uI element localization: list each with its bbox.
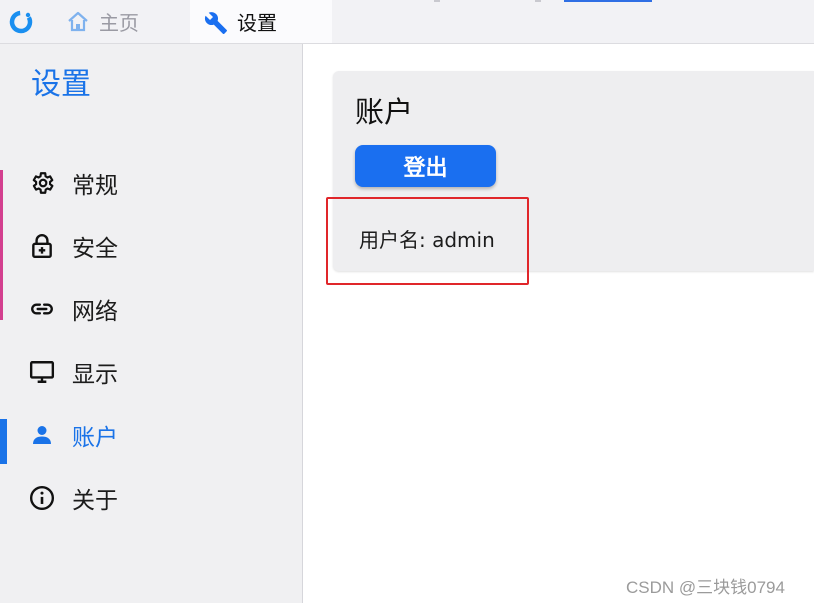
sidebar-item-label: 关于: [72, 488, 118, 514]
sidebar-item-network[interactable]: 网络: [0, 281, 302, 337]
sidebar-item-account[interactable]: 账户: [0, 407, 302, 464]
sidebar-item-label: 显示: [72, 362, 118, 388]
link-icon: [29, 296, 55, 322]
sidebar-title: 设置: [31, 67, 91, 102]
gear-icon: [29, 170, 55, 196]
sidebar-item-label: 安全: [72, 236, 118, 262]
tab-home[interactable]: 主页: [50, 0, 190, 43]
watermark: CSDN @三块钱0794: [626, 578, 785, 597]
tab-home-label: 主页: [99, 11, 139, 35]
divider: [564, 0, 652, 2]
sidebar-item-general[interactable]: 常规: [0, 155, 302, 211]
active-indicator: [0, 419, 7, 464]
divider: [535, 0, 541, 2]
monitor-icon: [29, 359, 55, 385]
app-logo-icon: [8, 9, 34, 35]
sidebar: 设置 常规 安全 网络 显示 账户 关于: [0, 44, 303, 603]
sidebar-item-label: 网络: [72, 299, 118, 325]
sidebar-item-label: 账户: [72, 425, 118, 451]
sidebar-item-display[interactable]: 显示: [0, 344, 302, 400]
sidebar-item-about[interactable]: 关于: [0, 470, 302, 526]
info-icon: [29, 485, 55, 511]
divider: [434, 0, 440, 2]
lock-icon: [29, 233, 55, 259]
tab-bar: 主页 设置: [0, 0, 814, 44]
logout-button[interactable]: 登出: [355, 145, 496, 187]
person-icon: [29, 422, 55, 448]
tab-settings[interactable]: 设置: [190, 0, 332, 43]
home-icon: [66, 10, 90, 34]
wrench-icon: [204, 10, 228, 34]
annotation-highlight-box: [326, 197, 529, 285]
page-title: 账户: [355, 95, 414, 129]
sidebar-item-security[interactable]: 安全: [0, 218, 302, 274]
sidebar-item-label: 常规: [72, 173, 118, 199]
tab-settings-label: 设置: [237, 11, 277, 35]
